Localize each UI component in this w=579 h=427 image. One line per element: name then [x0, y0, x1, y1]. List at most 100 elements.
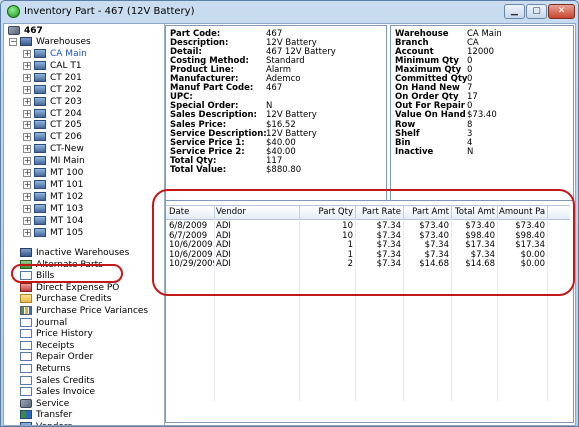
tree-item-service[interactable]: Service	[20, 398, 69, 410]
tree-item-inactive-warehouses-label: Inactive Warehouses	[36, 248, 130, 258]
warehouse-field-value: N	[467, 146, 474, 157]
tree-item-returns-label: Returns	[36, 364, 71, 374]
wh2-icon	[34, 215, 46, 225]
tree-warehouse-mt-101-label: MT 101	[50, 179, 84, 190]
tree-warehouse-ct-205-expander[interactable]: +	[23, 121, 31, 130]
part-icon	[8, 26, 20, 35]
tree-item-vendors[interactable]: Vendors	[20, 421, 72, 425]
close-button[interactable]: ✕	[548, 4, 575, 19]
tree-item-journal-label: Journal	[36, 317, 68, 328]
tree-warehouse-ct-202-expander[interactable]: +	[23, 85, 31, 94]
tree-warehouse-ct-202-label: CT 202	[50, 84, 82, 95]
tree-warehouse-ct-201[interactable]: CT 201	[34, 72, 82, 84]
tree-warehouse-ca-main-label: CA Main	[50, 49, 87, 59]
tree-warehouse-ct-202[interactable]: CT 202	[34, 84, 82, 96]
tree-warehouse-cal-t1[interactable]: CAL T1	[34, 60, 82, 72]
tree-item-purchase-credits[interactable]: Purchase Credits	[20, 293, 112, 305]
tree-warehouse-mi-main-expander[interactable]: +	[23, 157, 31, 166]
tree-warehouse-mt-100[interactable]: MT 100	[34, 167, 83, 179]
tree-item-purchase-price-variances[interactable]: Purchase Price Variances	[20, 305, 148, 317]
minimize-button[interactable]: ▁	[504, 4, 525, 19]
tree-item-repair-order-label: Repair Order	[36, 352, 94, 363]
tree-warehouse-ct-204-expander[interactable]: +	[23, 109, 31, 118]
red-icon	[20, 282, 32, 292]
tree-warehouse-ct-201-expander[interactable]: +	[23, 73, 31, 82]
tree-warehouse-ct-new-expander[interactable]: +	[23, 145, 31, 154]
tree-warehouse-ct-204[interactable]: CT 204	[34, 108, 82, 120]
tree-item-warehouses-expander[interactable]: −	[9, 38, 17, 46]
tree-warehouse-mt-104[interactable]: MT 104	[34, 215, 83, 227]
tree-item-sales-invoice[interactable]: Sales Invoice	[20, 386, 95, 398]
doc-icon	[20, 340, 32, 350]
tree-warehouse-mi-main[interactable]: MI Main	[34, 155, 85, 167]
wh2-icon	[34, 168, 46, 177]
fold-icon	[20, 294, 32, 304]
tree-warehouse-mt-103[interactable]: MT 103	[34, 203, 83, 215]
doc-icon	[20, 352, 32, 362]
tree-warehouse-cal-t1-expander[interactable]: +	[23, 61, 31, 70]
maximize-button[interactable]: ▢	[526, 4, 547, 19]
tree-item-journal[interactable]: Journal	[20, 317, 67, 329]
tree-warehouse-mt-100-expander[interactable]: +	[23, 169, 31, 177]
doc-icon	[20, 329, 32, 339]
tree-item-price-history-label: Price History	[36, 329, 93, 340]
tree-warehouse-mt-103-label: MT 103	[50, 203, 84, 214]
tree-item-sales-credits[interactable]: Sales Credits	[20, 375, 95, 387]
tree-warehouse-ct-205-label: CT 205	[50, 120, 82, 131]
wh2-icon	[34, 108, 46, 118]
arr-icon	[20, 410, 32, 420]
title-bar: Inventory Part - 467 (12V Battery) ▁ ▢ ✕	[1, 1, 578, 23]
bars-icon	[20, 306, 32, 315]
tree-warehouse-ct-205[interactable]: CT 205	[34, 119, 82, 131]
tree-warehouse-ct-203-label: CT 203	[50, 96, 82, 107]
tree-item-transfer-label: Transfer	[36, 410, 73, 421]
tree-warehouse-ct-201-label: CT 201	[50, 72, 82, 83]
tree-item-inactive-warehouses[interactable]: Inactive Warehouses	[20, 247, 129, 259]
tree-warehouse-ct-203[interactable]: CT 203	[34, 96, 82, 108]
tree-item-sales-credits-label: Sales Credits	[36, 375, 95, 386]
tree-warehouse-mt-104-expander[interactable]: +	[23, 216, 31, 225]
tree-item-sales-invoice-label: Sales Invoice	[36, 387, 95, 398]
tree-warehouse-ca-main-expander[interactable]: +	[23, 50, 31, 58]
tree-warehouse-mt-102-expander[interactable]: +	[23, 192, 31, 201]
tree-warehouse-mt-103-expander[interactable]: +	[23, 204, 31, 213]
wh2-icon	[34, 120, 46, 130]
tree-warehouse-mt-105-expander[interactable]: +	[23, 228, 31, 237]
doc-icon	[20, 375, 32, 385]
wh2-icon	[34, 132, 46, 142]
tree-warehouse-ct-203-expander[interactable]: +	[23, 97, 31, 106]
wh2-icon	[34, 96, 46, 106]
tree-item-purchase-price-variances-label: Purchase Price Variances	[36, 306, 149, 316]
warehouse-field-label: Inactive	[395, 146, 434, 157]
wrench-icon	[20, 398, 32, 408]
tree-warehouse-mt-104-label: MT 104	[50, 215, 84, 226]
inventory-part-window: Inventory Part - 467 (12V Battery) ▁ ▢ ✕…	[0, 0, 579, 427]
tree-item-direct-expense-po[interactable]: Direct Expense PO	[20, 282, 119, 294]
wh2-icon	[34, 156, 46, 166]
tree-warehouse-mt-105[interactable]: MT 105	[34, 227, 83, 239]
tree-item-receipts[interactable]: Receipts	[20, 340, 74, 352]
wh2-icon	[34, 49, 46, 58]
tree-item-transfer[interactable]: Transfer	[20, 409, 72, 421]
part-field-label: Total Value:	[170, 164, 227, 175]
tree-warehouse-mt-101-expander[interactable]: +	[23, 180, 31, 189]
tree-warehouse-ct-206-label: CT 206	[50, 132, 82, 143]
tree-warehouse-ca-main[interactable]: CA Main	[34, 48, 87, 60]
wh-icon	[20, 37, 32, 46]
tree-item-price-history[interactable]: Price History	[20, 328, 93, 340]
doc-icon	[20, 387, 32, 397]
wh2-icon	[34, 60, 46, 70]
tree-warehouse-ct-new-label: CT-New	[50, 144, 84, 155]
tree-warehouse-ct-206[interactable]: CT 206	[34, 131, 82, 143]
highlight-oval-grid	[152, 189, 575, 296]
tree-warehouse-ct-new[interactable]: CT-New	[34, 143, 84, 155]
doc-icon	[20, 364, 32, 373]
tree-warehouse-ct-206-expander[interactable]: +	[23, 133, 31, 142]
tree-warehouse-mt-101[interactable]: MT 101	[34, 179, 83, 191]
tree-warehouse-ct-204-label: CT 204	[50, 108, 82, 119]
tree-item-warehouses[interactable]: Warehouses	[20, 36, 91, 48]
tree-item-returns[interactable]: Returns	[20, 363, 71, 375]
doc-icon	[20, 317, 32, 327]
tree-warehouse-mt-102[interactable]: MT 102	[34, 191, 83, 203]
tree-item-repair-order[interactable]: Repair Order	[20, 351, 93, 363]
